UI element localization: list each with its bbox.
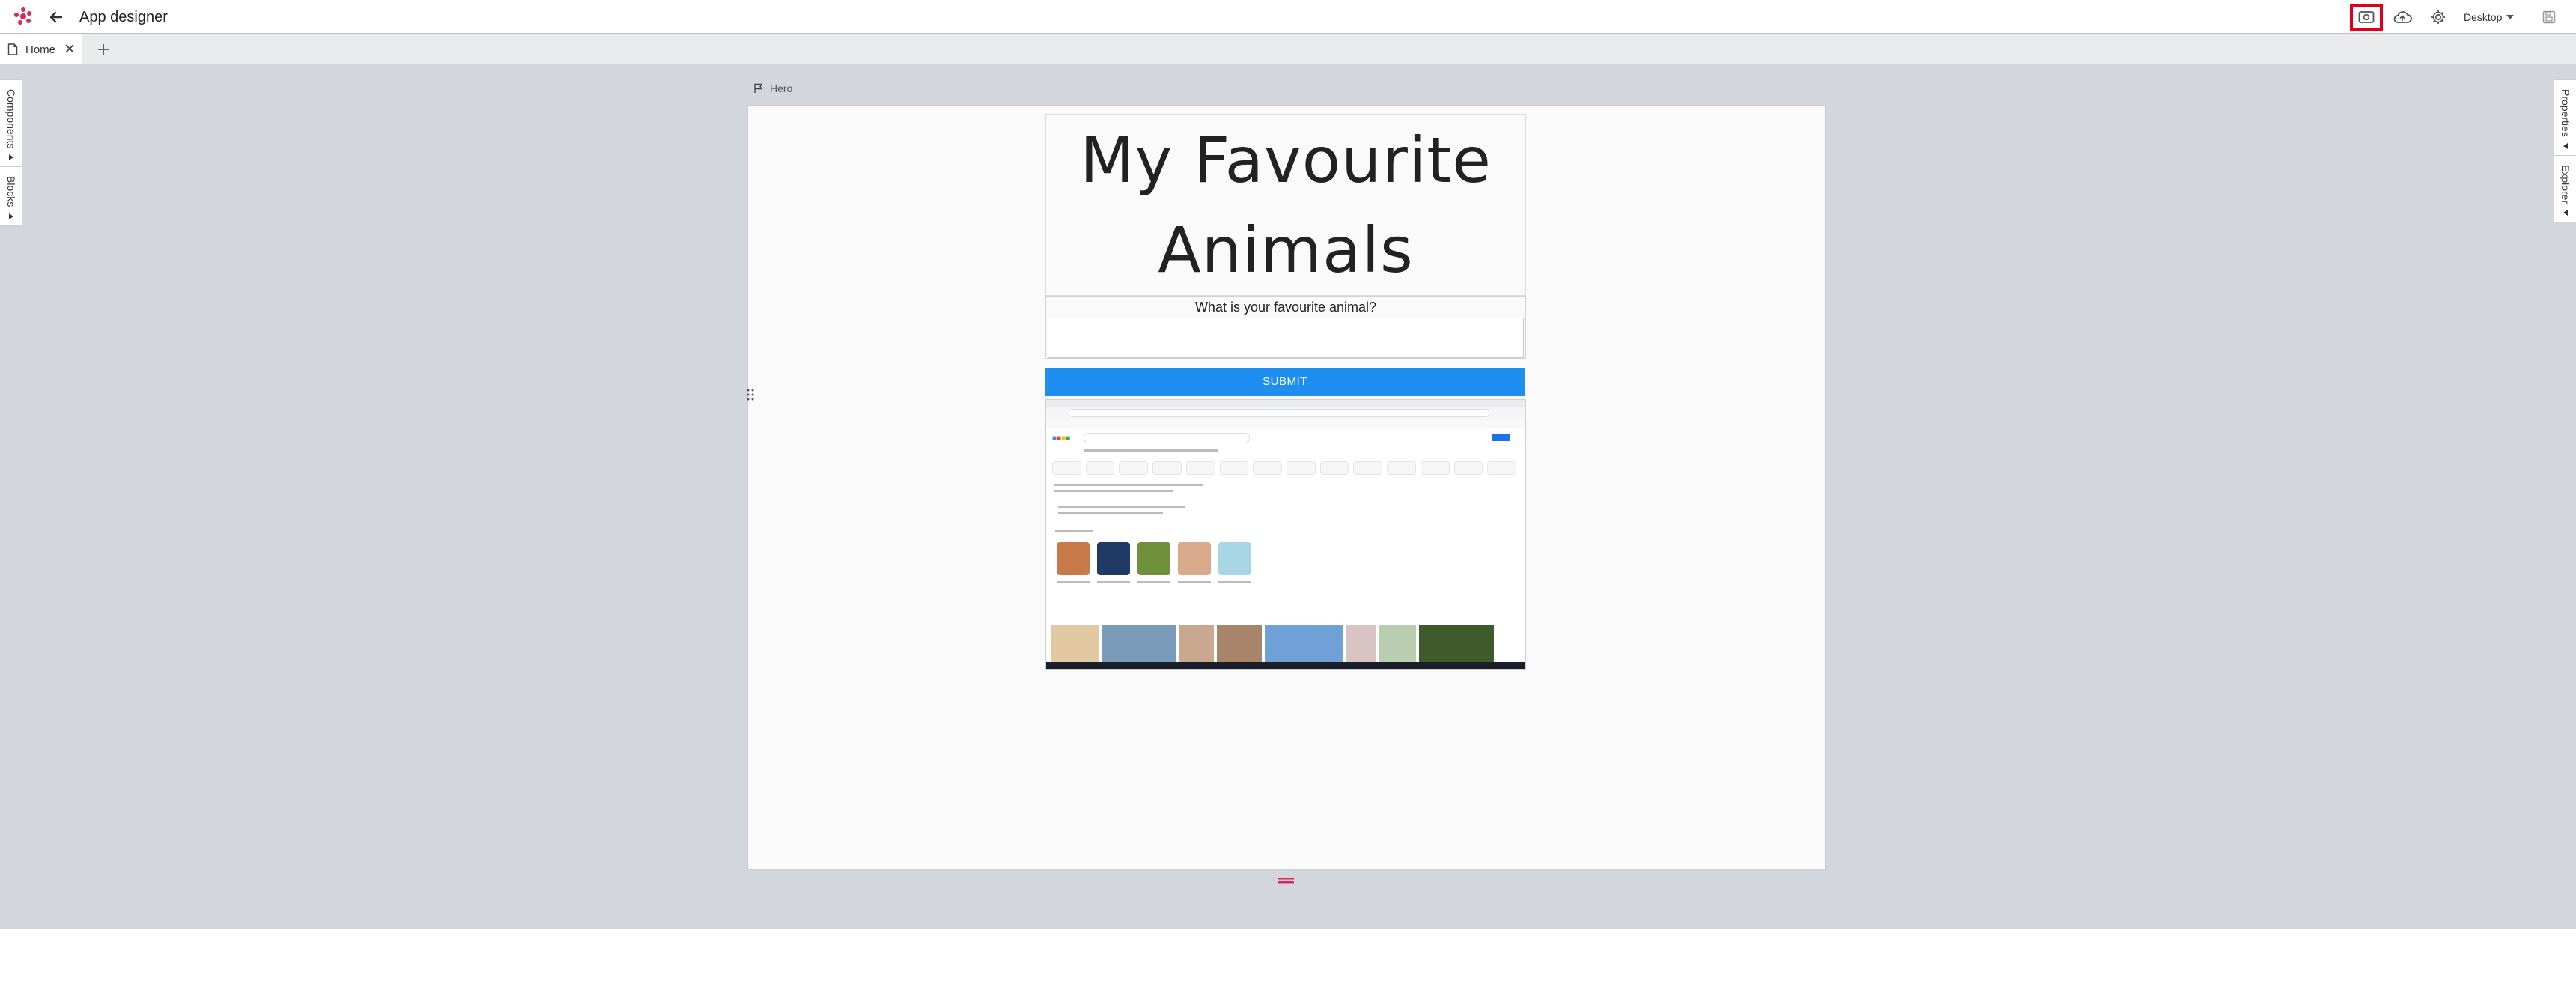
triangle-right-icon: [9, 213, 13, 219]
image-search-box: [1084, 433, 1250, 443]
answer-input[interactable]: [1048, 318, 1524, 358]
image-product: [1137, 542, 1170, 575]
image-text-line: [1084, 449, 1218, 452]
image-chip: [1085, 461, 1115, 475]
form-block[interactable]: What is your favourite animal?: [1045, 296, 1526, 359]
image-text-line: [1057, 581, 1090, 583]
triangle-left-icon: [2563, 142, 2568, 149]
image-product: [1097, 542, 1130, 575]
back-arrow-icon[interactable]: [46, 7, 66, 27]
image-text-line: [1178, 581, 1211, 583]
image-tile: [1346, 625, 1376, 664]
right-side-panel: Properties Explorer: [2554, 79, 2576, 222]
image-chip: [1453, 461, 1483, 475]
blocks-panel-label: Blocks: [5, 176, 17, 207]
components-panel-tab[interactable]: Components: [0, 80, 22, 168]
section-label-text: Hero: [770, 82, 793, 94]
embedded-screenshot-image[interactable]: ■■■■: [1045, 399, 1526, 670]
image-tile: [1265, 625, 1343, 664]
image-filter-chips: [1052, 461, 1517, 476]
canvas-footer: [0, 929, 2576, 996]
drag-handle-icon[interactable]: [746, 388, 755, 401]
heading-block[interactable]: My Favourite Animals: [1045, 114, 1526, 296]
device-select[interactable]: Desktop: [2464, 9, 2515, 25]
chevron-down-icon: [2506, 15, 2515, 19]
image-taskbar: [1046, 662, 1525, 669]
image-text-line: [1058, 506, 1185, 508]
file-icon: [7, 43, 18, 55]
image-tile: [1217, 625, 1262, 664]
image-chip: [1353, 461, 1383, 475]
page-heading: My Favourite Animals: [1080, 123, 1492, 287]
triangle-right-icon: [9, 154, 13, 161]
image-text-line: [1055, 530, 1093, 532]
top-bar: App designer Desktop: [0, 0, 2576, 34]
left-side-panel: Components Blocks: [0, 79, 22, 226]
gear-icon: [2431, 10, 2445, 24]
image-chip: [1119, 461, 1149, 475]
image-tile: [1179, 625, 1214, 664]
image-text-line: [1058, 512, 1163, 514]
image-chip: [1387, 461, 1416, 475]
image-chip: [1253, 461, 1283, 475]
triangle-left-icon: [2563, 209, 2568, 216]
image-chip: [1185, 461, 1215, 475]
image-url-bar: [1069, 409, 1489, 417]
image-text-line: [1054, 490, 1173, 492]
submit-button[interactable]: SUBMIT: [1045, 368, 1525, 396]
image-product: [1178, 542, 1211, 575]
properties-panel-tab[interactable]: Properties: [2554, 80, 2576, 156]
settings-button[interactable]: [2422, 4, 2455, 31]
image-text-line: [1054, 484, 1203, 486]
question-label: What is your favourite animal?: [1194, 300, 1377, 315]
page-tabs: Home: [0, 34, 2576, 64]
image-chip: [1287, 461, 1316, 475]
image-text-line: [1097, 581, 1130, 583]
logo-icon: [14, 7, 31, 25]
flag-icon: [754, 83, 763, 93]
image-tile: [1419, 625, 1494, 664]
image-text-line: [1218, 581, 1251, 583]
publish-button[interactable]: [2386, 4, 2419, 31]
device-select-label: Desktop: [2464, 11, 2503, 23]
image-tile: [1051, 625, 1099, 664]
resize-handle-icon[interactable]: [1278, 878, 1294, 884]
save-button[interactable]: [2539, 7, 2560, 28]
image-chip: [1052, 461, 1081, 475]
close-icon[interactable]: [64, 43, 75, 54]
properties-panel-label: Properties: [2560, 89, 2572, 137]
screenshot-button[interactable]: [2350, 4, 2383, 31]
app-title: App designer: [79, 9, 168, 25]
explorer-panel-label: Explorer: [2560, 164, 2572, 204]
image-chip: [1487, 461, 1517, 475]
screenshot-icon: [2358, 11, 2375, 23]
image-search-logo: ■■■■: [1052, 434, 1071, 443]
image-tile: [1379, 625, 1416, 664]
components-panel-label: Components: [5, 89, 17, 149]
hero-content: My Favourite Animals What is your favour…: [1045, 114, 1526, 670]
image-text-line: [1137, 581, 1170, 583]
explorer-panel-tab[interactable]: Explorer: [2554, 156, 2576, 222]
image-chip: [1152, 461, 1182, 475]
image-product: [1218, 542, 1251, 575]
plus-icon[interactable]: [96, 42, 111, 57]
tab-home[interactable]: Home: [0, 34, 82, 64]
image-bookmarks-bar: [1046, 418, 1525, 428]
blocks-panel-tab[interactable]: Blocks: [0, 167, 22, 225]
image-product: [1057, 542, 1090, 575]
tab-home-label: Home: [25, 43, 56, 56]
image-chip: [1219, 461, 1249, 475]
image-browser-tabs: [1046, 400, 1525, 407]
section-label[interactable]: Hero: [753, 82, 792, 94]
image-chip: [1319, 461, 1349, 475]
save-icon: [2542, 10, 2556, 24]
image-signin-button: [1492, 434, 1510, 441]
cloud-upload-icon: [2393, 11, 2412, 23]
image-tile: [1102, 625, 1176, 664]
image-chip: [1420, 461, 1450, 475]
